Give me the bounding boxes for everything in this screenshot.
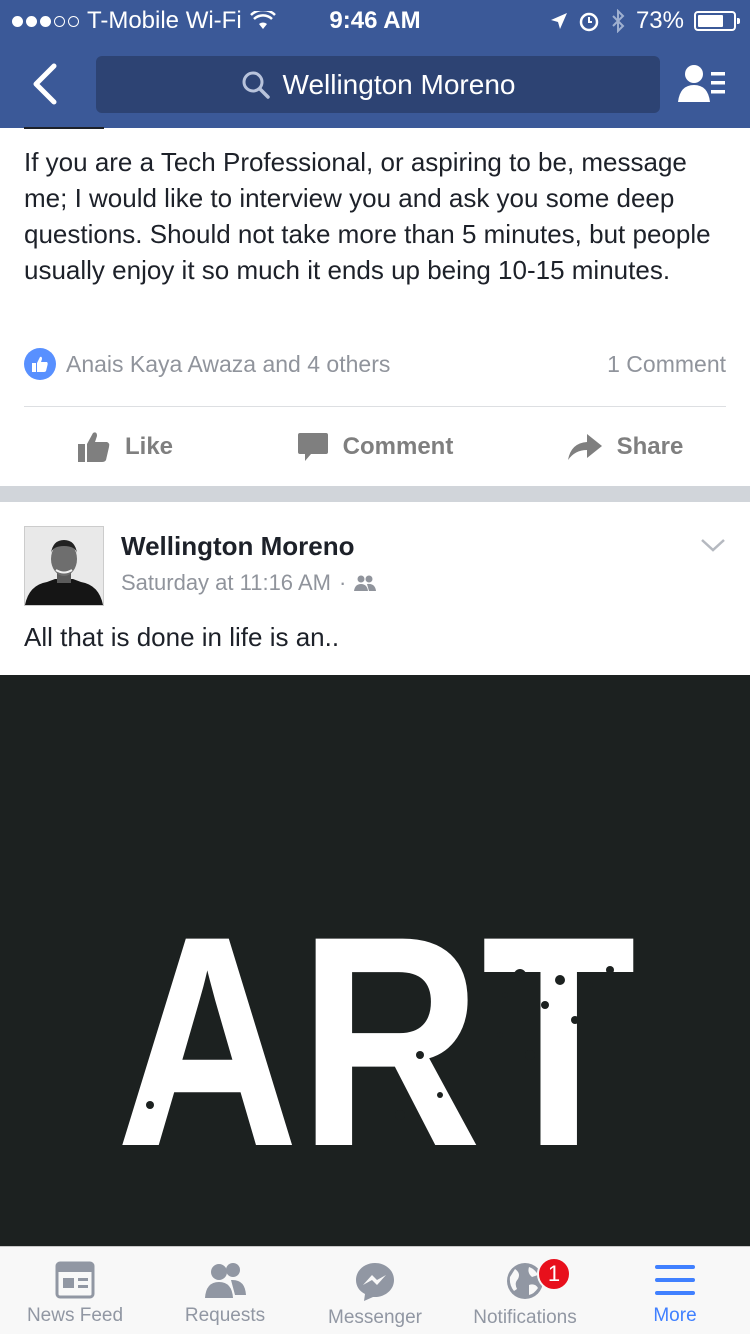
post-body-text: If you are a Tech Professional, or aspir…	[24, 147, 711, 285]
post-divider-stub	[24, 127, 104, 129]
meta-separator: ·	[338, 570, 347, 595]
comment-bubble-icon	[297, 433, 328, 461]
tab-news-feed[interactable]: News Feed	[0, 1247, 150, 1334]
reactions-bar[interactable]: Anais Kaya Awaza and 4 others 1 Comment	[24, 346, 726, 382]
tab-label: Messenger	[328, 1307, 422, 1328]
tab-messenger[interactable]: Messenger	[300, 1247, 450, 1334]
menu-icon	[655, 1265, 695, 1295]
friends-audience-icon	[354, 575, 377, 591]
thumbs-up-icon	[77, 432, 110, 462]
art-text: ART	[116, 873, 636, 1209]
search-field[interactable]: Wellington Moreno	[96, 56, 660, 113]
share-button[interactable]: Share	[500, 418, 750, 476]
comment-label: Comment	[342, 433, 454, 460]
author-name[interactable]: Wellington Moreno	[121, 531, 355, 562]
post-timestamp[interactable]: Saturday at 11:16 AM	[121, 570, 331, 596]
comment-button[interactable]: Comment	[250, 418, 500, 476]
search-icon	[242, 71, 270, 99]
share-label: Share	[616, 433, 684, 460]
post-actions: Like Comment Share	[0, 418, 750, 476]
battery-percent: 73%	[635, 7, 684, 34]
top-nav-bar: Wellington Moreno	[0, 40, 750, 128]
reactions-summary[interactable]: Anais Kaya Awaza and 4 others	[66, 351, 390, 378]
notification-badge: 1	[537, 1257, 571, 1291]
messenger-icon	[356, 1263, 394, 1301]
like-reaction-icon	[24, 348, 56, 380]
news-feed-icon	[55, 1261, 95, 1299]
tab-notifications[interactable]: Notifications 1	[450, 1247, 600, 1334]
share-arrow-icon	[567, 434, 602, 460]
location-arrow-icon	[550, 13, 567, 29]
friend-list-icon[interactable]	[678, 62, 726, 106]
tab-requests[interactable]: Requests	[150, 1247, 300, 1334]
tab-label: News Feed	[26, 1305, 124, 1326]
bluetooth-icon	[612, 9, 625, 33]
post-image[interactable]: ART	[0, 675, 750, 1247]
tab-label: Requests	[184, 1305, 266, 1326]
feed-separator	[0, 486, 750, 502]
search-query: Wellington Moreno	[282, 68, 516, 100]
post-options-chevron-icon[interactable]	[700, 535, 726, 555]
post-text: All that is done in life is an..	[24, 622, 340, 652]
battery-icon	[694, 11, 740, 31]
post-meta: Saturday at 11:16 AM ·	[121, 570, 377, 596]
friend-requests-icon	[205, 1263, 246, 1298]
divider	[24, 406, 726, 407]
bottom-tab-bar: News Feed Requests Messenger Notificatio…	[0, 1246, 750, 1334]
alarm-icon	[579, 12, 599, 32]
author-avatar[interactable]	[24, 526, 104, 606]
like-button[interactable]: Like	[0, 418, 250, 476]
tab-more[interactable]: More	[600, 1247, 750, 1334]
back-chevron-icon[interactable]	[28, 62, 68, 106]
tab-label: More	[653, 1305, 697, 1326]
status-bar: T-Mobile Wi-Fi 9:46 AM 73%	[0, 0, 750, 40]
tab-label: Notifications	[473, 1307, 577, 1328]
like-label: Like	[124, 433, 174, 460]
comments-count[interactable]: 1 Comment	[607, 351, 726, 378]
